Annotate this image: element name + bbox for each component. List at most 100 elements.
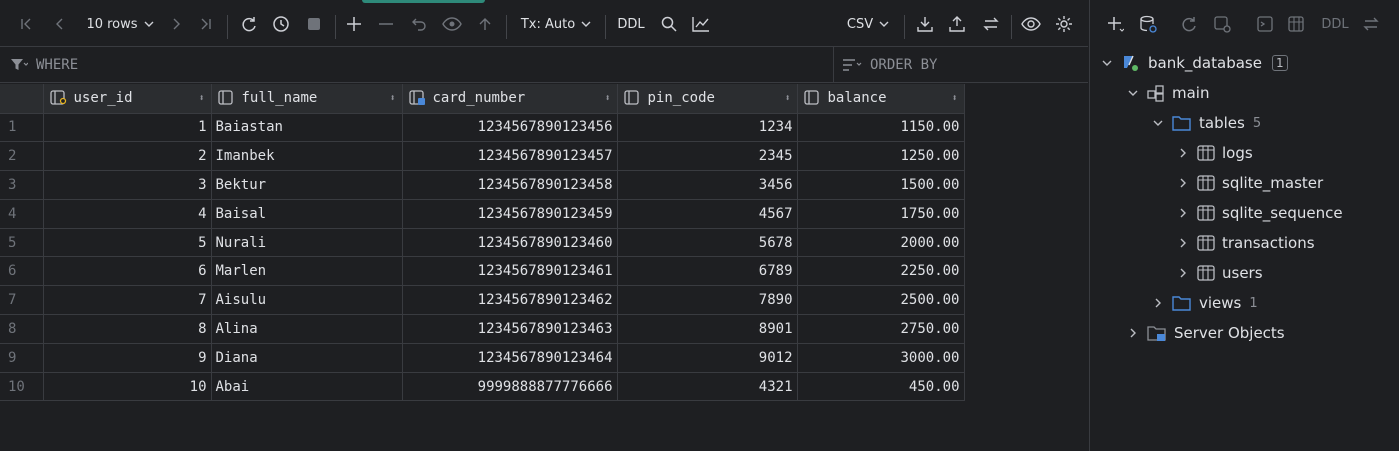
delete-row-icon[interactable] [374,3,398,45]
revert-icon[interactable] [407,3,431,45]
cell-pin-code[interactable]: 8901 [617,314,798,344]
sort-toggle-icon[interactable]: ⬍ [198,93,204,104]
refresh-icon[interactable] [1176,3,1202,45]
cell-card-number[interactable]: 1234567890123460 [402,228,618,258]
cell-user-id[interactable]: 8 [43,314,212,344]
cell-balance[interactable]: 1250.00 [797,141,965,172]
cell-full-name[interactable]: Alina [211,314,403,344]
column-header-card-number[interactable]: card_number ⬍ [402,84,618,114]
cell-pin-code[interactable]: 4321 [617,372,798,402]
cell-card-number[interactable]: 1234567890123461 [402,256,618,287]
table-row[interactable]: 2 2 Imanbek 1234567890123457 2345 1250.0… [0,141,965,172]
cell-balance[interactable]: 1150.00 [797,113,965,143]
tree-node-table-logs[interactable]: logs [1176,138,1253,168]
cell-balance[interactable]: 1750.00 [797,199,965,229]
view-icon[interactable] [1017,3,1045,45]
sort-toggle-icon[interactable]: ⬍ [951,93,957,104]
tree-node-database[interactable]: bank_database 1 [1100,48,1288,78]
tree-node-table-users[interactable]: users [1176,258,1263,288]
cell-card-number[interactable]: 1234567890123464 [402,343,618,373]
stop-icon[interactable] [301,3,327,45]
cell-balance[interactable]: 450.00 [797,372,965,402]
submit-icon[interactable] [473,3,497,45]
cell-balance[interactable]: 2250.00 [797,256,965,287]
cell-pin-code[interactable]: 4567 [617,199,798,229]
cell-pin-code[interactable]: 2345 [617,141,798,172]
import-icon[interactable] [945,3,969,45]
export-format-dropdown[interactable]: CSV [840,3,896,45]
chevron-right-icon[interactable] [1176,147,1190,159]
table-row[interactable]: 7 7 Aisulu 1234567890123462 7890 2500.00 [0,285,965,316]
cell-full-name[interactable]: Baiastan [211,113,403,143]
tree-node-schema[interactable]: main [1126,78,1209,108]
cell-pin-code[interactable]: 7890 [617,285,798,316]
cell-user-id[interactable]: 2 [43,141,212,172]
cell-user-id[interactable]: 1 [43,113,212,143]
next-page-icon[interactable] [164,3,188,45]
cell-pin-code[interactable]: 1234 [617,113,798,143]
sort-toggle-icon[interactable]: ⬍ [784,93,790,104]
cell-balance[interactable]: 1500.00 [797,170,965,200]
table-row[interactable]: 3 3 Bektur 1234567890123458 3456 1500.00 [0,170,965,200]
transaction-mode-dropdown[interactable]: Tx: Auto [514,3,598,45]
cell-pin-code[interactable]: 9012 [617,343,798,373]
cell-full-name[interactable]: Aisulu [211,285,403,316]
chevron-right-icon[interactable] [1151,297,1165,309]
cell-full-name[interactable]: Nurali [211,228,403,258]
sort-toggle-icon[interactable]: ⬍ [604,93,610,104]
cell-card-number[interactable]: 9999888877776666 [402,372,618,402]
cell-pin-code[interactable]: 3456 [617,170,798,200]
add-row-icon[interactable] [342,3,366,45]
settings-gear-icon[interactable] [1051,3,1077,45]
table-row[interactable]: 9 9 Diana 1234567890123464 9012 3000.00 [0,343,965,373]
chevron-down-icon[interactable] [1151,117,1165,129]
cell-card-number[interactable]: 1234567890123463 [402,314,618,344]
cell-full-name[interactable]: Bektur [211,170,403,200]
sort-toggle-icon[interactable]: ⬍ [389,93,395,104]
chevron-right-icon[interactable] [1126,327,1140,339]
tree-node-server-objects[interactable]: Server Objects [1126,318,1285,348]
column-header-user-id[interactable]: user_id ⬍ [43,84,212,114]
chevron-right-icon[interactable] [1176,207,1190,219]
tree-node-table-sqlite-sequence[interactable]: sqlite_sequence [1176,198,1343,228]
chevron-down-icon[interactable] [1126,87,1140,99]
cell-user-id[interactable]: 4 [43,199,212,229]
table-row[interactable]: 6 6 Marlen 1234567890123461 6789 2250.00 [0,256,965,287]
cell-card-number[interactable]: 1234567890123457 [402,141,618,172]
cell-user-id[interactable]: 7 [43,285,212,316]
where-filter-input[interactable]: WHERE [10,47,78,83]
ddl-button[interactable]: DDL [613,3,649,45]
first-page-icon[interactable] [14,3,38,45]
cell-balance[interactable]: 2000.00 [797,228,965,258]
table-row[interactable]: 10 10 Abai 9999888877776666 4321 450.00 [0,372,965,402]
cell-full-name[interactable]: Marlen [211,256,403,287]
preview-changes-icon[interactable] [439,3,465,45]
table-row[interactable]: 1 1 Baiastan 1234567890123456 1234 1150.… [0,113,965,143]
chart-icon[interactable] [688,3,714,45]
cell-full-name[interactable]: Baisal [211,199,403,229]
cell-user-id[interactable]: 9 [43,343,212,373]
chevron-down-icon[interactable] [1100,57,1114,69]
tree-node-views-folder[interactable]: views 1 [1151,288,1258,318]
table-row[interactable]: 4 4 Baisal 1234567890123459 4567 1750.00 [0,199,965,229]
cell-card-number[interactable]: 1234567890123462 [402,285,618,316]
jump-to-console-icon[interactable] [1252,3,1278,45]
compare-icon[interactable] [978,3,1004,45]
ddl-button[interactable]: DDL [1318,3,1352,45]
cell-full-name[interactable]: Abai [211,372,403,402]
page-size-dropdown[interactable]: 10 rows [80,3,160,45]
column-header-full-name[interactable]: full_name ⬍ [211,84,403,114]
search-icon[interactable] [657,3,681,45]
compare-icon[interactable] [1358,3,1384,45]
cell-card-number[interactable]: 1234567890123458 [402,170,618,200]
cell-balance[interactable]: 2500.00 [797,285,965,316]
cell-card-number[interactable]: 1234567890123456 [402,113,618,143]
previous-page-icon[interactable] [48,3,72,45]
tree-node-table-sqlite-master[interactable]: sqlite_master [1176,168,1323,198]
add-icon[interactable] [1102,3,1128,45]
last-page-icon[interactable] [194,3,218,45]
refresh-icon[interactable] [236,3,262,45]
cell-full-name[interactable]: Diana [211,343,403,373]
chevron-right-icon[interactable] [1176,177,1190,189]
cell-user-id[interactable]: 6 [43,256,212,287]
